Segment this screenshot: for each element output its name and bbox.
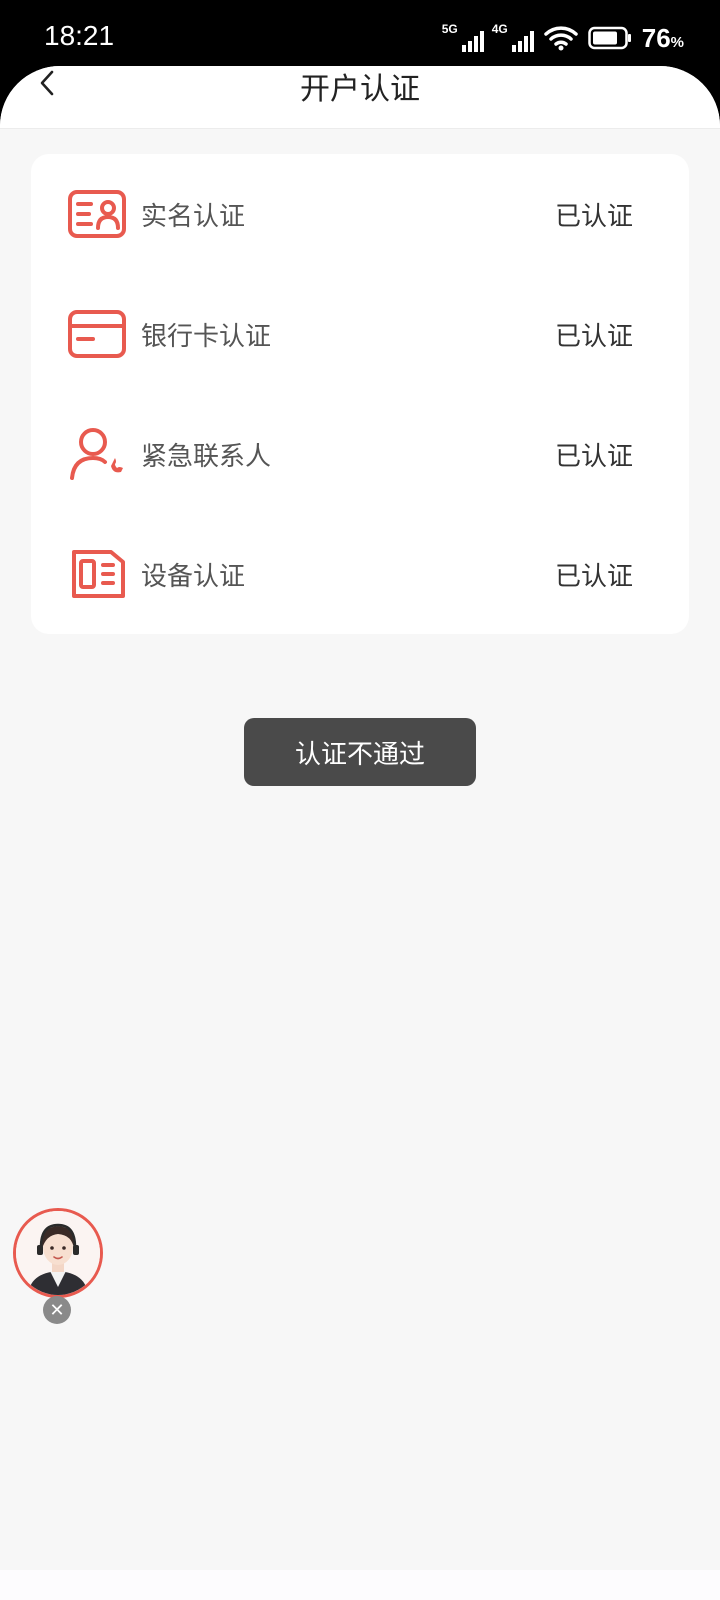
verification-card: 实名认证 已认证 银行卡认证 已认证 紧急联系人 已认证 设备认证 已认证 (31, 154, 689, 634)
contact-phone-icon (70, 428, 123, 480)
verification-item-label: 银行卡认证 (141, 322, 272, 352)
system-nav-bar (0, 1570, 720, 1600)
verification-status: 已认证 (554, 202, 633, 232)
back-triangle-icon (498, 1594, 546, 1600)
status-time: 18:21 (44, 20, 115, 51)
verification-item-label: 设备认证 (141, 562, 246, 592)
home-button[interactable] (336, 1594, 384, 1600)
wifi-icon (543, 26, 578, 51)
status-icons: 5G 4G 76% (442, 22, 684, 54)
status-bar: 18:21 5G 4G 76% (0, 0, 720, 76)
verification-item-emergency-contact[interactable]: 紧急联系人 已认证 (31, 394, 689, 514)
id-card-icon (68, 190, 126, 238)
customer-service-avatar-icon (16, 1211, 100, 1295)
verification-item-label: 实名认证 (141, 202, 246, 232)
bank-card-icon (68, 310, 126, 358)
toast-message: 认证不通过 (244, 718, 476, 786)
close-support-button[interactable]: ✕ (43, 1296, 71, 1324)
close-icon: ✕ (49, 1299, 65, 1321)
signal-4g-icon: 4G (492, 22, 534, 52)
verification-item-label: 紧急联系人 (141, 442, 272, 472)
battery-percent: 76% (641, 22, 684, 53)
home-square-icon (336, 1594, 384, 1600)
verification-item-bank-card[interactable]: 银行卡认证 已认证 (31, 274, 689, 394)
menu-button[interactable] (174, 1594, 222, 1600)
verification-status: 已认证 (554, 442, 633, 472)
nav-back-button[interactable] (498, 1594, 546, 1600)
header: 开户认证 (0, 66, 720, 129)
signal-5g-icon: 5G (442, 22, 484, 52)
verification-item-real-name[interactable]: 实名认证 已认证 (31, 154, 689, 274)
device-icon (72, 550, 125, 598)
menu-icon (174, 1594, 222, 1600)
verification-item-device[interactable]: 设备认证 已认证 (31, 514, 689, 634)
customer-service-button[interactable] (13, 1208, 103, 1298)
verification-status: 已认证 (554, 562, 633, 592)
app-screen: 开户认证 实名认证 已认证 银行卡认证 已认证 紧急联系人 已认证 设备认证 已… (0, 66, 720, 1600)
battery-icon (587, 26, 631, 50)
page-title: 开户认证 (300, 72, 420, 107)
verification-status: 已认证 (554, 322, 633, 352)
